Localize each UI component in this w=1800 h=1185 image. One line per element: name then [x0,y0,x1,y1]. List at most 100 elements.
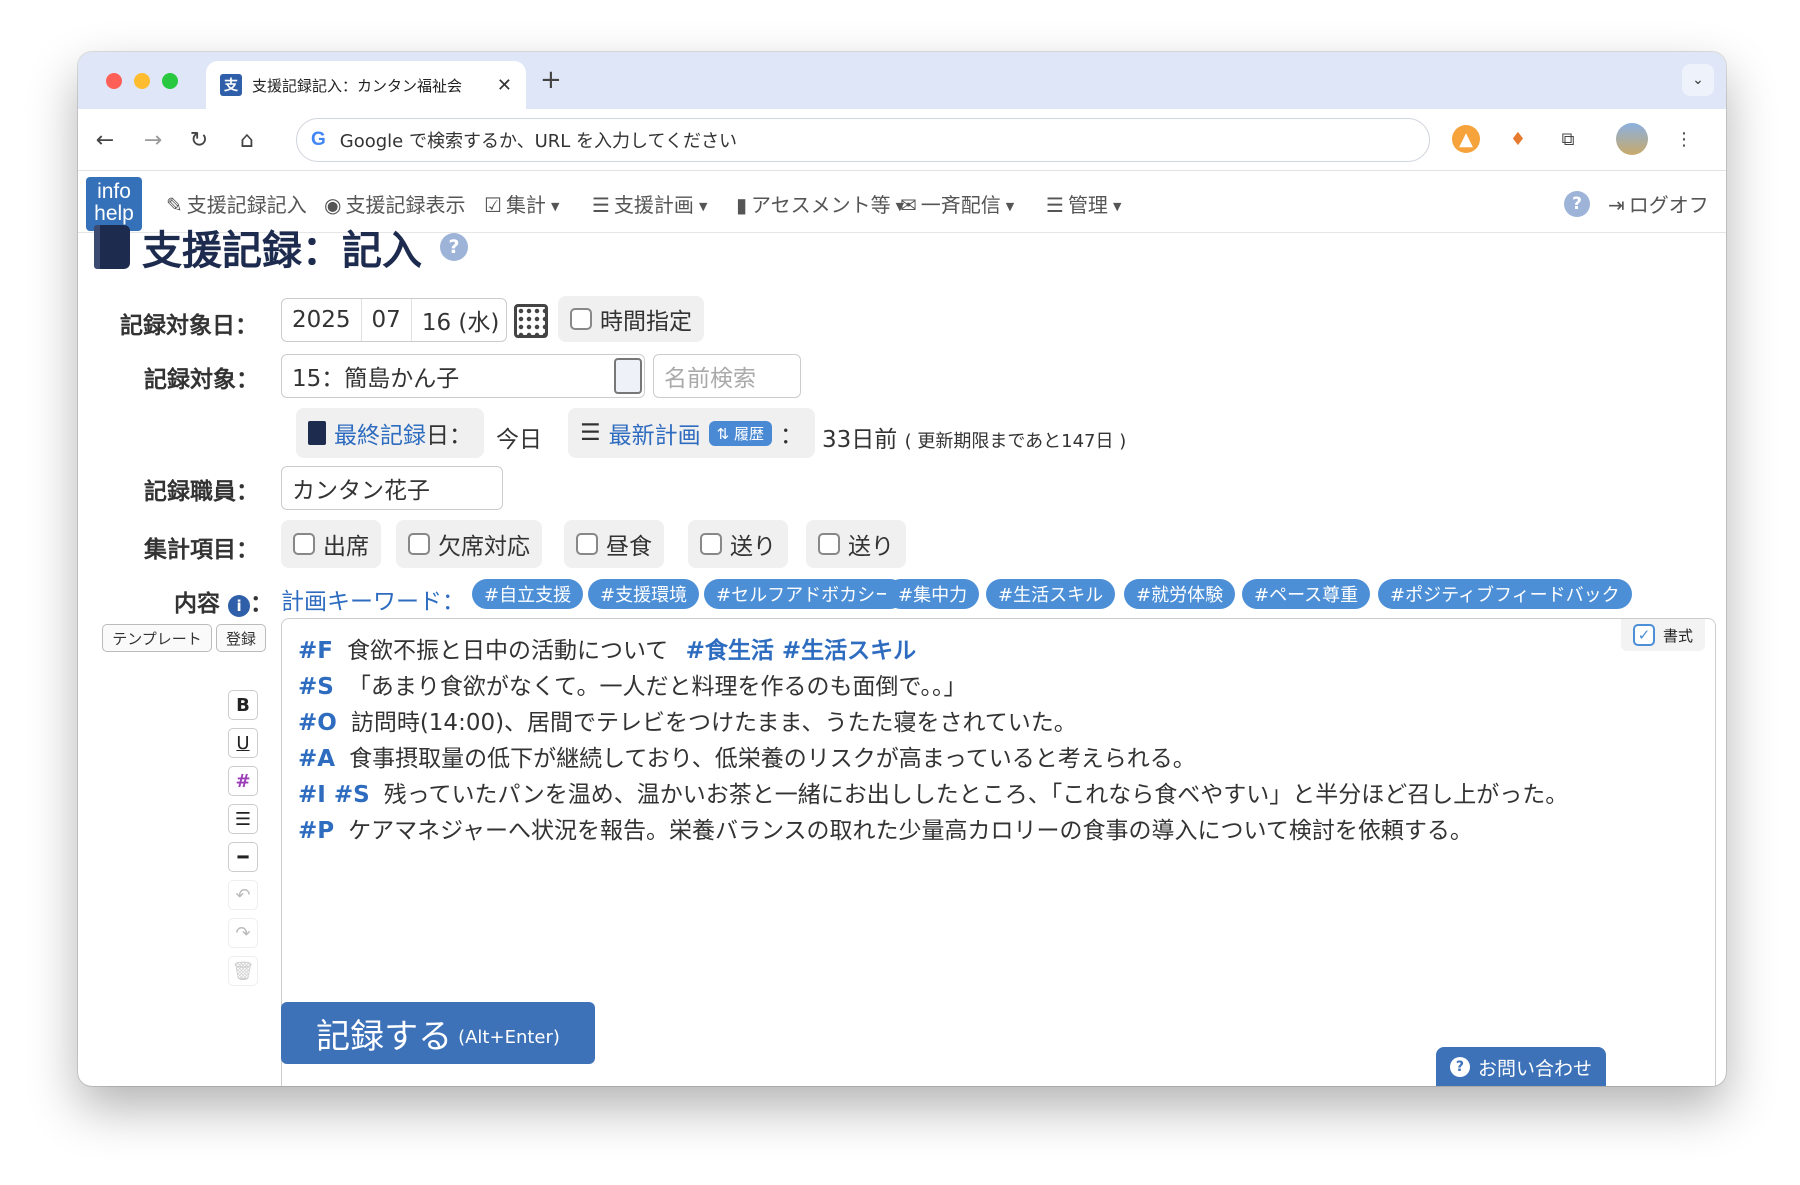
new-tab-button[interactable]: + [540,65,562,95]
keyword-tag[interactable]: #生活スキル [986,579,1116,609]
tab-title: 支援記録記入：カンタン福祉会 [252,76,463,95]
info-icon[interactable]: i [228,595,251,617]
list-button[interactable]: ☰ [228,804,258,834]
back-button[interactable]: ← [88,123,122,157]
address-bar[interactable]: G Google で検索するか、URL を入力してください [296,118,1430,162]
date-field[interactable]: 2025 07 16 (水) [281,298,507,342]
history-badge[interactable]: ⇅ 履歴 [708,420,772,446]
nav-label: 一斉配信 [920,193,1001,217]
nav-assessment[interactable]: ▮ アセスメント等 ▼ [736,189,904,218]
caret-down-icon: ▼ [1005,200,1015,213]
zoom-window-button[interactable] [162,73,178,89]
format-toggle[interactable]: ✓ 書式 [1620,619,1705,651]
register-template-button[interactable]: 登録 [216,624,266,652]
tally-item-attendance[interactable]: 出席 [281,520,381,568]
nav-record-view[interactable]: ◉ 支援記録表示 [324,189,465,218]
profile-avatar[interactable] [1616,123,1648,155]
keyword-label: 計画キーワード： [281,589,465,615]
format-checkbox[interactable]: ✓ [1632,624,1655,646]
calendar-icon[interactable] [514,304,548,338]
checkbox[interactable] [576,533,598,555]
bold-button[interactable]: B [228,690,258,720]
keyword-tag[interactable]: #就労体験 [1124,579,1236,609]
tally-item-send-off[interactable]: 送り [688,520,788,568]
extension-puzzle-flame-icon[interactable]: ♦ [1502,123,1534,155]
tally-item-absence[interactable]: 欠席対応 [396,520,542,568]
logout-link[interactable]: ⇥ ログオフ [1608,189,1709,218]
browser-toolbar: ← → ↻ ⌂ G Google で検索するか、URL を入力してください ▲ … [78,109,1726,171]
format-label: 書式 [1662,626,1693,645]
undo-button[interactable]: ↶ [228,880,258,910]
editor-line: #A 食事摂取量の低下が継続しており、低栄養のリスクが高まっていると考えられる。 [298,739,1196,773]
keyword-tag[interactable]: #支援環境 [588,579,700,609]
close-window-button[interactable] [106,73,122,89]
name-search-input[interactable]: 名前検索 [653,354,801,398]
document-icon: ▮ [736,193,748,217]
last-record-link[interactable]: 最終記録 [334,423,426,449]
trash-icon[interactable]: 🗑 [228,956,258,986]
date-day[interactable]: 16 (水) [412,299,510,341]
checkbox[interactable] [408,533,430,555]
content-label: 内容 i： [174,591,274,617]
tally-item-send-off-2[interactable]: 送り [806,520,906,568]
minimize-window-button[interactable] [134,73,150,89]
submit-label: 記録する [316,1016,453,1057]
keyword-tag[interactable]: #集中力 [886,579,980,609]
line-tag: #P [298,818,335,844]
template-button[interactable]: テンプレート [102,624,212,652]
redo-button[interactable]: ↷ [228,918,258,948]
submit-record-button[interactable]: 記録する (Alt+Enter) [281,1002,595,1064]
keyword-tag[interactable]: #自立支援 [472,579,584,609]
reload-button[interactable]: ↻ [182,123,216,157]
staff-label: 記録職員： [144,479,259,505]
extension-icon[interactable]: ▲ [1452,125,1480,153]
tally-label: 集計項目： [144,537,259,563]
nav-label: 集計 [505,193,546,217]
checkbox[interactable] [293,533,315,555]
home-button[interactable]: ⌂ [230,123,264,157]
line-tag: #S [298,674,334,700]
horizontal-rule-button[interactable]: ━ [228,842,258,872]
checkbox[interactable] [700,533,722,555]
target-select[interactable]: 15：簡島かん子 [281,354,645,398]
hashtag-button[interactable]: # [228,766,258,796]
keyword-tag[interactable]: #ペース尊重 [1242,579,1371,609]
contact-button[interactable]: ? お問い合わせ [1436,1047,1606,1086]
active-tab[interactable]: 支 支援記録記入：カンタン福祉会 ✕ [206,61,526,109]
latest-plan-link[interactable]: 最新計画 [609,416,701,450]
tab-search-button[interactable]: ⌄ [1682,64,1714,96]
browser-menu-icon[interactable]: ⋮ [1668,123,1700,155]
line-hashtags: #食生活 #生活スキル [685,638,917,664]
time-spec-toggle[interactable]: 時間指定 [558,296,704,342]
staff-select[interactable]: カンタン花子 [281,466,503,510]
list-icon: ☰ [1046,193,1064,217]
help-icon[interactable]: ? [1564,191,1590,217]
checkbox[interactable] [818,533,840,555]
target-label: 記録対象： [144,367,259,393]
page-help-icon[interactable]: ? [440,233,468,261]
tally-item-lunch[interactable]: 昼食 [564,520,664,568]
keyword-tag[interactable]: #ポジティブフィードバック [1378,579,1632,609]
forward-button[interactable]: → [136,123,170,157]
target-value: 15：簡島かん子 [292,366,460,392]
question-icon: ? [1449,1057,1470,1077]
device-icon[interactable] [614,358,642,394]
nav-tally[interactable]: ☑ 集計 ▼ [484,189,559,218]
underline-button[interactable]: U [228,728,258,758]
date-year[interactable]: 2025 [282,299,362,341]
time-spec-checkbox[interactable] [570,308,592,330]
caret-down-icon: ▼ [698,200,708,213]
time-spec-label: 時間指定 [600,309,692,335]
close-tab-icon[interactable]: ✕ [497,75,512,96]
date-month[interactable]: 07 [362,299,412,341]
keyword-tag[interactable]: #セルフアドボカシー [704,579,906,609]
nav-support-plan[interactable]: ☰ 支援計画 ▼ [592,189,707,218]
extensions-icon[interactable]: ⧉ [1552,123,1584,155]
nav-admin[interactable]: ☰ 管理 ▼ [1046,189,1121,218]
nav-broadcast[interactable]: ✉ 一斉配信 ▼ [900,189,1014,218]
tally-item-label: 出席 [323,534,369,560]
nav-label: アセスメント等 [751,193,891,217]
date-label: 記録対象日： [120,313,258,339]
submit-shortcut: (Alt+Enter) [458,1026,560,1048]
nav-record-entry[interactable]: ✎ 支援記録記入 [166,189,307,218]
